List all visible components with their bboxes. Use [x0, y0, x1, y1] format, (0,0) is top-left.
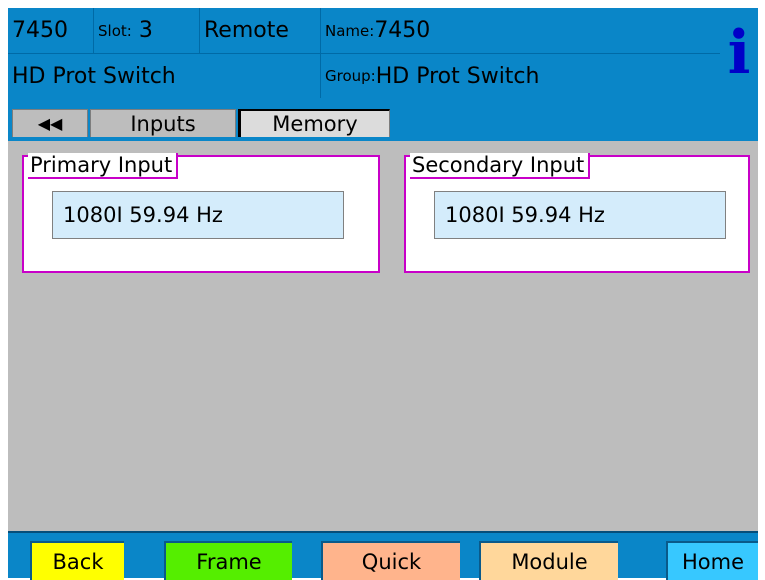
content-area: Primary Input 1080I 59.94 Hz Secondary I… [8, 141, 758, 531]
group-value: HD Prot Switch [375, 63, 540, 89]
bottom-nav-bar: Back Frame Quick Module Home [8, 531, 758, 580]
back-button[interactable]: Back [30, 541, 124, 580]
header-row-2: HD Prot Switch Group: HD Prot Switch [8, 54, 720, 98]
name-value: 7450 [374, 18, 431, 43]
module-button[interactable]: Module [479, 541, 618, 580]
group-label: Group: [325, 67, 376, 85]
tab-bar: ◀◀ Inputs Memory [8, 109, 758, 141]
header-divider [8, 98, 758, 109]
secondary-input-value-field: 1080I 59.94 Hz [434, 191, 726, 239]
module-title: HD Prot Switch [8, 54, 321, 98]
info-icon[interactable]: i [720, 8, 758, 98]
secondary-input-title: Secondary Input [410, 153, 591, 179]
primary-input-group: Primary Input 1080I 59.94 Hz [22, 153, 380, 273]
primary-input-title: Primary Input [28, 153, 179, 179]
tab-scroll-left-button[interactable]: ◀◀ [12, 109, 88, 137]
quick-button[interactable]: Quick [321, 541, 460, 580]
group-field: Group: HD Prot Switch [321, 54, 720, 98]
tab-memory[interactable]: Memory [238, 109, 390, 137]
name-field: Name: 7450 [321, 8, 720, 53]
name-label: Name: [325, 21, 375, 40]
device-panel: 7450 Slot: 3 Remote Name: 7450 HD Prot Sw… [8, 8, 758, 580]
mode-indicator: Remote [200, 8, 321, 53]
primary-input-value-field: 1080I 59.94 Hz [52, 191, 344, 239]
header-row-1: 7450 Slot: 3 Remote Name: 7450 [8, 8, 720, 54]
tab-inputs[interactable]: Inputs [90, 109, 236, 137]
slot-indicator: Slot: 3 [94, 8, 200, 53]
secondary-input-group: Secondary Input 1080I 59.94 Hz [404, 153, 750, 273]
slot-value: 3 [138, 18, 153, 43]
home-button[interactable]: Home [666, 541, 758, 580]
frame-button[interactable]: Frame [164, 541, 292, 580]
slot-label: Slot: [98, 21, 132, 40]
model-code: 7450 [8, 8, 94, 53]
